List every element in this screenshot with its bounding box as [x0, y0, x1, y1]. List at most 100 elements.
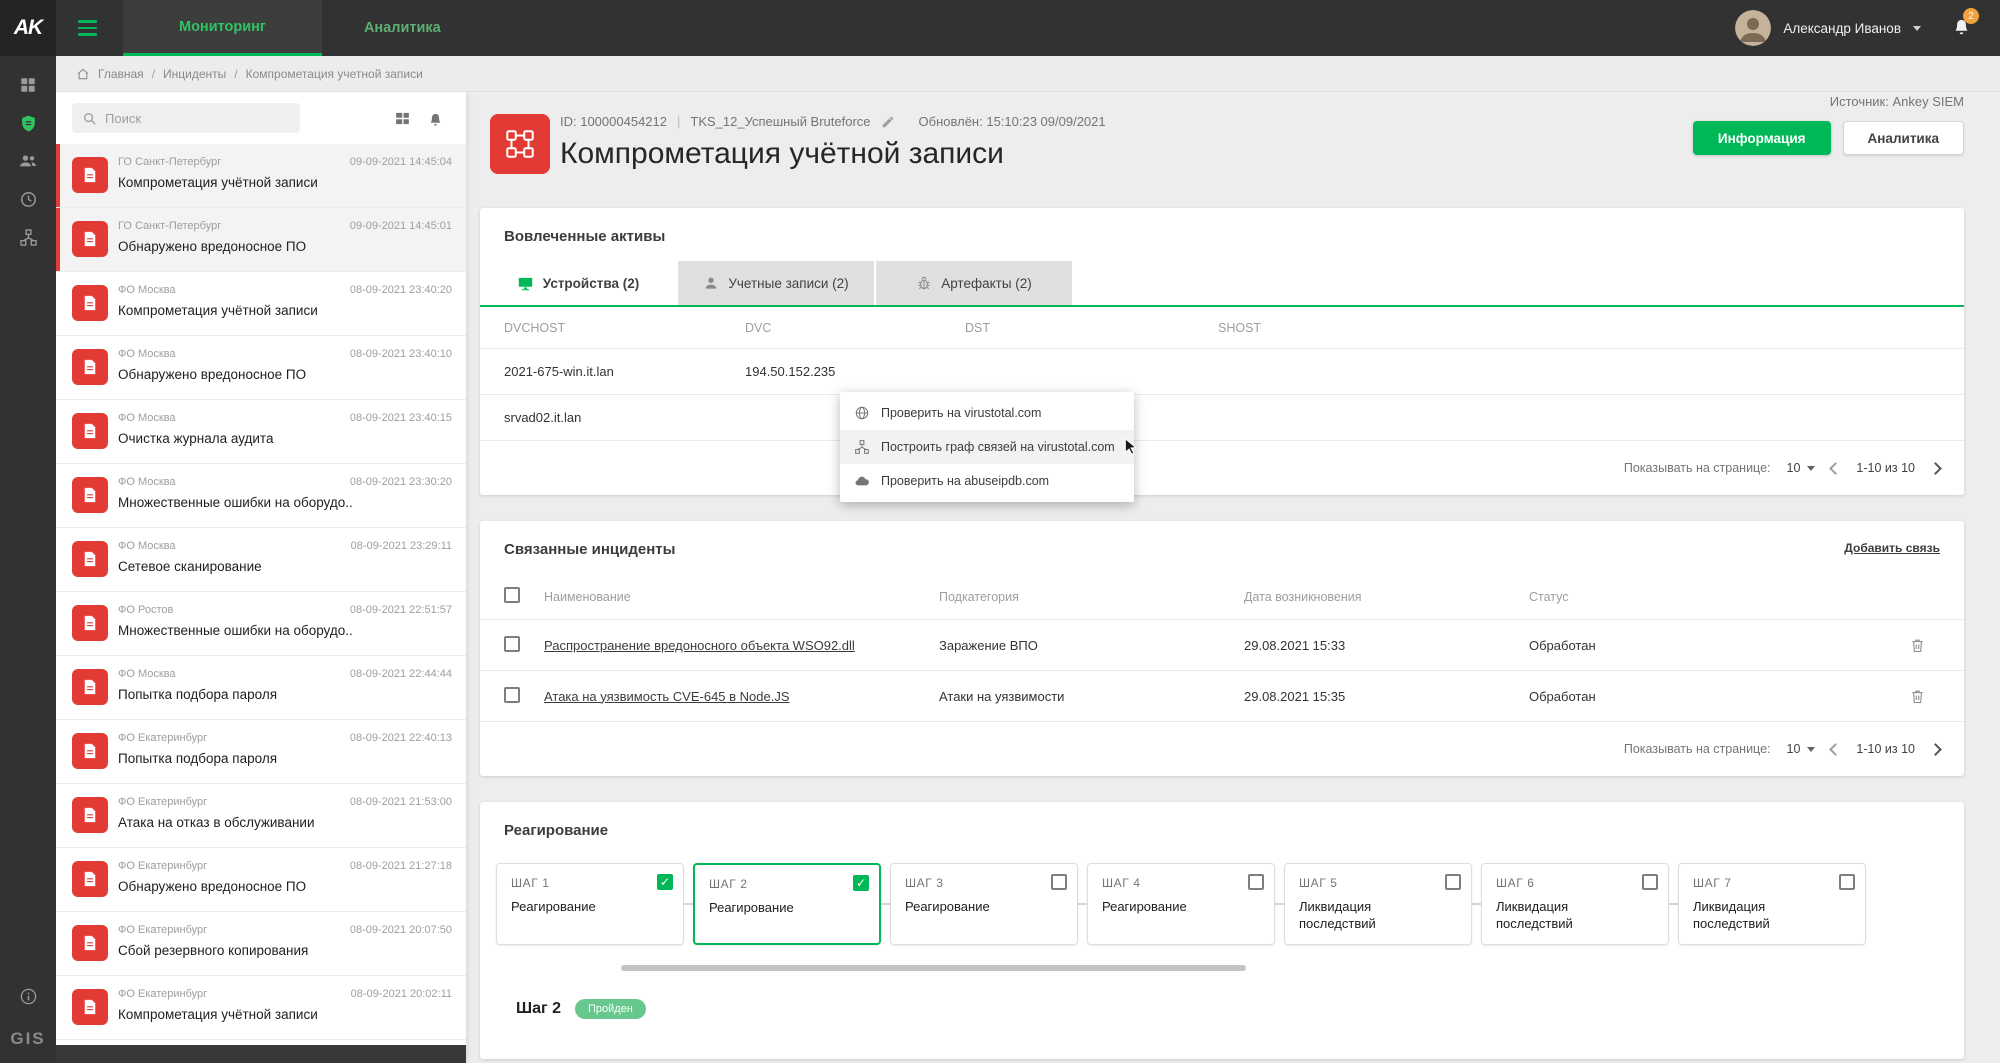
incident-datetime: 09-09-2021 14:45:04 — [350, 156, 452, 168]
incident-item-title: Очистка журнала аудита — [118, 431, 452, 446]
context-menu-item[interactable]: Проверить на virustotal.com — [840, 396, 1134, 430]
breadcrumb-item[interactable]: Главная — [98, 67, 144, 81]
prev-page-button[interactable] — [1830, 462, 1843, 475]
sidebar-item-structure[interactable] — [0, 218, 56, 256]
incident-body: ФО Екатеринбург 08-09-2021 20:07:50 Сбой… — [118, 922, 452, 975]
breadcrumb-item[interactable]: Инциденты — [144, 67, 227, 81]
pagination-label: Показывать на странице: — [1624, 461, 1771, 475]
tab-monitoring[interactable]: Мониторинг — [123, 0, 322, 56]
col-date: Дата возникновения — [1244, 590, 1529, 604]
delete-row-button[interactable] — [1894, 637, 1940, 654]
incident-list-item[interactable]: ФО Екатеринбург 08-09-2021 21:27:18 Обна… — [56, 848, 466, 912]
tab-analytics[interactable]: Аналитика — [322, 0, 483, 56]
incident-body: ГО Санкт-Петербург 09-09-2021 14:45:01 О… — [118, 218, 452, 271]
monitor-icon — [517, 275, 534, 292]
assets-column-header: DVCHOST — [504, 321, 745, 335]
per-page-select[interactable]: 10 — [1787, 461, 1816, 475]
step-card-5[interactable]: ШАГ 5 Ликвидация последствий — [1284, 863, 1472, 945]
step-card-3[interactable]: ШАГ 3 Реагирование — [890, 863, 1078, 945]
step-checkbox[interactable]: ✓ — [853, 875, 869, 891]
information-button[interactable]: Информация — [1693, 121, 1831, 155]
per-page-select[interactable]: 10 — [1787, 742, 1816, 756]
side-nav: GIS — [0, 56, 56, 1063]
step-card-6[interactable]: ШАГ 6 Ликвидация последствий — [1481, 863, 1669, 945]
incident-meta-row: ФО Москва 08-09-2021 23:40:20 — [118, 284, 452, 296]
step-checkbox[interactable] — [1051, 874, 1067, 890]
assets-pagination: Показывать на странице: 10 1-10 из 10 — [480, 441, 1964, 495]
next-page-button[interactable] — [1929, 743, 1942, 756]
incident-list-item[interactable]: ФО Москва 08-09-2021 22:44:44 Попытка по… — [56, 656, 466, 720]
step-card-1[interactable]: ШАГ 1 ✓ Реагирование — [496, 863, 684, 945]
notifications-filter-icon[interactable] — [427, 110, 444, 127]
incident-item-title: Обнаружено вредоносное ПО — [118, 239, 452, 254]
incident-datetime: 08-09-2021 23:30:20 — [350, 476, 452, 488]
incident-location: ФО Екатеринбург — [118, 988, 207, 1000]
incident-list-item[interactable]: ФО Екатеринбург 08-09-2021 21:53:00 Атак… — [56, 784, 466, 848]
incident-list-item[interactable]: ФО Москва 08-09-2021 23:40:15 Очистка жу… — [56, 400, 466, 464]
asset-row[interactable]: 2021-675-win.it.lan194.50.152.235 — [480, 349, 1964, 395]
step-label: ШАГ 2 — [709, 877, 865, 891]
assets-tab-1[interactable]: Устройства (2) — [480, 261, 676, 305]
add-relation-link[interactable]: Добавить связь — [1844, 541, 1940, 555]
notifications-button[interactable]: 2 — [1951, 15, 1972, 41]
avatar[interactable] — [1735, 10, 1771, 46]
incident-location: ФО Ростов — [118, 604, 173, 616]
edit-name-icon[interactable] — [881, 115, 895, 129]
step-checkbox[interactable] — [1839, 874, 1855, 890]
step-checkbox[interactable] — [1445, 874, 1461, 890]
incident-location: ГО Санкт-Петербург — [118, 220, 221, 232]
incident-list-item[interactable]: ГО Санкт-Петербург 09-09-2021 14:45:04 К… — [56, 144, 466, 208]
incident-list-item[interactable]: ГО Санкт-Петербург 09-09-2021 14:45:01 О… — [56, 208, 466, 272]
home-icon[interactable] — [76, 67, 90, 81]
incident-list-item[interactable]: ФО Екатеринбург 08-09-2021 22:40:13 Попы… — [56, 720, 466, 784]
incident-list-item[interactable]: ФО Екатеринбург 08-09-2021 20:02:11 Комп… — [56, 976, 466, 1040]
step-card-2[interactable]: ШАГ 2 ✓ Реагирование — [693, 863, 881, 945]
step-subtitle: Реагирование — [511, 899, 639, 916]
app-logo[interactable]: AK — [0, 0, 56, 56]
assets-tab-3[interactable]: Артефакты (2) — [876, 261, 1072, 305]
incident-list-item[interactable]: ФО Москва 08-09-2021 23:29:11 Сетевое ск… — [56, 528, 466, 592]
incident-item-title: Попытка подбора пароля — [118, 751, 452, 766]
prev-page-button[interactable] — [1830, 743, 1843, 756]
delete-row-button[interactable] — [1894, 688, 1940, 705]
step-checkbox[interactable]: ✓ — [657, 874, 673, 890]
row-checkbox[interactable] — [504, 687, 520, 703]
assets-tab-2[interactable]: Учетные записи (2) — [678, 261, 874, 305]
step-card-7[interactable]: ШАГ 7 Ликвидация последствий — [1678, 863, 1866, 945]
sidebar-item-history[interactable] — [0, 180, 56, 218]
sidebar-item-dashboard[interactable] — [0, 66, 56, 104]
step-checkbox[interactable] — [1248, 874, 1264, 890]
search-input[interactable] — [105, 111, 290, 126]
row-checkbox[interactable] — [504, 636, 520, 652]
step-card-4[interactable]: ШАГ 4 Реагирование — [1087, 863, 1275, 945]
incident-body: ФО Ростов 08-09-2021 22:51:57 Множествен… — [118, 602, 452, 655]
select-all-checkbox[interactable] — [504, 587, 520, 603]
context-menu-item[interactable]: Проверить на abuseipdb.com — [840, 464, 1134, 498]
asset-row[interactable]: srvad02.it.lan — [480, 395, 1964, 441]
related-incident-link[interactable]: Атака на уязвимость CVE-645 в Node.JS — [544, 689, 790, 704]
analytics-button[interactable]: Аналитика — [1843, 121, 1964, 155]
incident-list-item[interactable]: ФО Москва 08-09-2021 23:30:20 Множествен… — [56, 464, 466, 528]
related-incident-link[interactable]: Распространение вредоносного объекта WSO… — [544, 638, 855, 653]
next-page-button[interactable] — [1929, 462, 1942, 475]
context-menu-item[interactable]: Построить граф связей на virustotal.com — [840, 430, 1134, 464]
scrollbar-thumb[interactable] — [621, 965, 1246, 971]
caret-down-icon — [1807, 747, 1815, 752]
menu-toggle-icon[interactable] — [78, 20, 97, 36]
step-checkbox[interactable] — [1642, 874, 1658, 890]
incident-list-item[interactable]: ФО Москва 08-09-2021 23:40:10 Обнаружено… — [56, 336, 466, 400]
incident-meta-row: ФО Москва 08-09-2021 23:30:20 — [118, 476, 452, 488]
incident-doc-icon — [72, 221, 108, 257]
step-label: ШАГ 3 — [905, 876, 1063, 890]
sidebar-item-incidents[interactable] — [0, 104, 56, 142]
info-icon[interactable] — [0, 977, 56, 1015]
incident-list-item[interactable]: ФО Екатеринбург 08-09-2021 20:07:50 Сбой… — [56, 912, 466, 976]
sidebar-item-users[interactable] — [0, 142, 56, 180]
incident-list-item[interactable]: ФО Ростов 08-09-2021 22:51:57 Множествен… — [56, 592, 466, 656]
incident-list-item[interactable]: ФО Москва 08-09-2021 23:40:20 Компромета… — [56, 272, 466, 336]
incident-location: ФО Екатеринбург — [118, 860, 207, 872]
view-grid-icon[interactable] — [394, 110, 411, 127]
user-menu-caret-icon[interactable] — [1913, 26, 1921, 31]
incident-meta-row: ФО Москва 08-09-2021 22:44:44 — [118, 668, 452, 680]
user-name[interactable]: Александр Иванов — [1783, 21, 1901, 36]
